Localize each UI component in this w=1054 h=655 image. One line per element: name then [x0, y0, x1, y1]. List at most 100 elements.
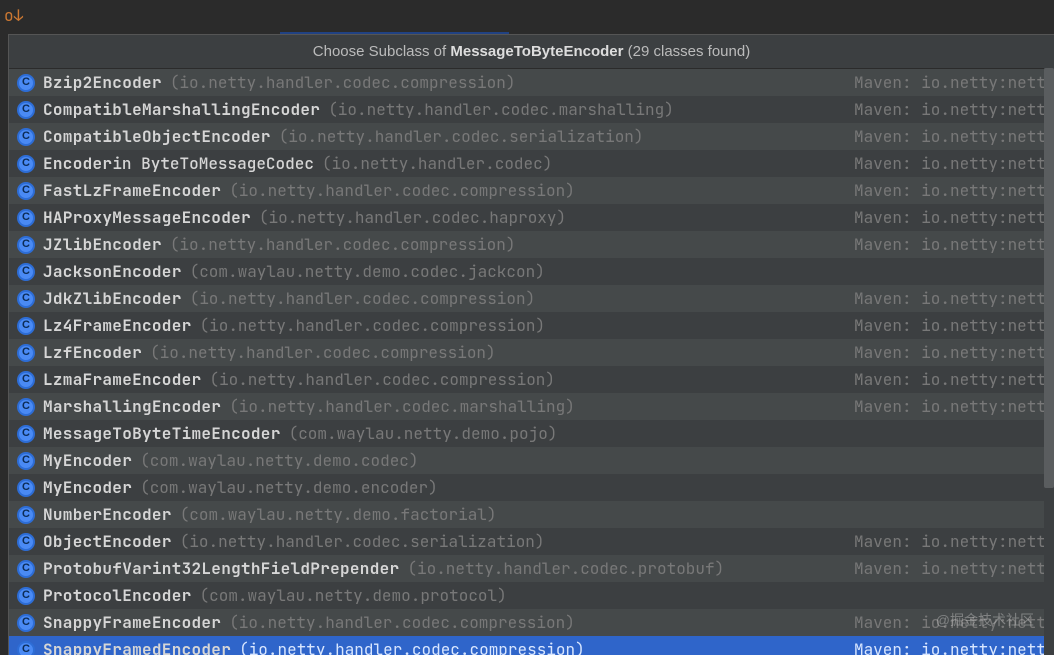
package-label: (io.netty.handler.codec.compression)	[239, 636, 585, 655]
package-label: (io.netty.handler.codec.compression)	[229, 609, 575, 636]
list-item[interactable]: FastLzFrameEncoder (io.netty.handler.code…	[9, 177, 1054, 204]
list-item[interactable]: ProtocolEncoder (com.waylau.netty.demo.pr…	[9, 582, 1054, 609]
class-name: CompatibleMarshallingEncoder	[43, 96, 320, 123]
class-name: ObjectEncoder	[43, 528, 172, 555]
class-icon	[17, 371, 35, 389]
list-item[interactable]: LzmaFrameEncoder (io.netty.handler.codec.…	[9, 366, 1054, 393]
source-label: Maven: io.netty:nett	[854, 609, 1046, 636]
class-icon	[17, 587, 35, 605]
list-item[interactable]: SnappyFrameEncoder(io.netty.handler.code…	[9, 609, 1054, 636]
subclass-chooser-popup: Choose Subclass of MessageToByteEncoder …	[8, 34, 1054, 655]
source-label: Maven: io.netty:nett	[854, 96, 1046, 123]
class-icon	[17, 344, 35, 362]
gutter-override-icon[interactable]: o↓	[4, 6, 23, 26]
source-label: Maven: io.netty:nett	[854, 393, 1046, 420]
class-icon	[17, 398, 35, 416]
class-icon	[17, 479, 35, 497]
list-item[interactable]: Bzip2Encoder (io.netty.handler.codec.comp…	[9, 69, 1054, 96]
list-item[interactable]: MyEncoder(com.waylau.netty.demo.codec)	[9, 447, 1054, 474]
class-icon	[17, 425, 35, 443]
class-icon	[17, 263, 35, 281]
source-label: Maven: io.netty:nett	[854, 123, 1046, 150]
list-item[interactable]: LzfEncoder (io.netty.handler.codec.compre…	[9, 339, 1054, 366]
class-name: NumberEncoder	[43, 501, 172, 528]
list-item[interactable]: Lz4FrameEncoder (io.netty.handler.codec.c…	[9, 312, 1054, 339]
list-item[interactable]: JdkZlibEncoder (io.netty.handler.codec.co…	[9, 285, 1054, 312]
package-label: (io.netty.handler.codec.compression)	[200, 312, 546, 339]
code-line: public abstract class MessageToByteEncod…	[0, 0, 1054, 34]
package-label: (com.waylau.netty.demo.pojo)	[289, 420, 558, 447]
scrollbar-thumb[interactable]	[1044, 68, 1054, 488]
list-item[interactable]: NumberEncoder (com.waylau.netty.demo.fact…	[9, 501, 1054, 528]
source-label: Maven: io.netty:nett	[854, 312, 1046, 339]
package-label: (io.netty.handler.codec.compression)	[170, 69, 516, 96]
class-name: LzmaFrameEncoder	[43, 366, 201, 393]
class-name: LzfEncoder	[43, 339, 142, 366]
class-icon	[17, 560, 35, 578]
class-name: Lz4FrameEncoder	[43, 312, 192, 339]
class-name: JacksonEncoder	[43, 258, 182, 285]
package-label: (io.netty.handler.codec.protobuf)	[407, 555, 724, 582]
list-item[interactable]: CompatibleObjectEncoder (io.netty.handler…	[9, 123, 1054, 150]
popup-title-prefix: Choose Subclass of	[313, 43, 451, 60]
list-item[interactable]: MarshallingEncoder (io.netty.handler.code…	[9, 393, 1054, 420]
package-label: (io.netty.handler.codec.compression)	[150, 339, 496, 366]
popup-list[interactable]: Bzip2Encoder (io.netty.handler.codec.comp…	[9, 69, 1054, 655]
source-label: Maven: io.netty:nett	[854, 366, 1046, 393]
class-context: in ByteToMessageCodec	[112, 150, 314, 177]
class-icon	[17, 74, 35, 92]
list-item[interactable]: ObjectEncoder (io.netty.handler.codec.ser…	[9, 528, 1054, 555]
source-label: Maven: io.netty:nett	[854, 285, 1046, 312]
class-name: JdkZlibEncoder	[43, 285, 182, 312]
source-label: Maven: io.netty:nett	[854, 69, 1046, 96]
list-item[interactable]: SnappyFramedEncoder (io.netty.handler.cod…	[9, 636, 1054, 655]
class-name: ProtobufVarint32LengthFieldPrepender	[43, 555, 399, 582]
package-label: (io.netty.handler.codec.compression)	[170, 231, 516, 258]
package-label: (com.waylau.netty.demo.factorial)	[180, 501, 497, 528]
source-label: Maven: io.netty:nett	[854, 231, 1046, 258]
list-item[interactable]: MessageToByteTimeEncoder (com.waylau.nett…	[9, 420, 1054, 447]
class-name: HAProxyMessageEncoder	[43, 204, 251, 231]
source-label: Maven: io.netty:nett	[854, 177, 1046, 204]
list-item[interactable]: CompatibleMarshallingEncoder (io.netty.ha…	[9, 96, 1054, 123]
package-label: (com.waylau.netty.demo.codec.jackcon)	[190, 258, 545, 285]
source-label: Maven: io.netty:nett	[854, 636, 1046, 655]
package-label: (io.netty.handler.codec.serialization)	[180, 528, 545, 555]
list-item[interactable]: JacksonEncoder (com.waylau.netty.demo.cod…	[9, 258, 1054, 285]
class-name: CompatibleObjectEncoder	[43, 123, 271, 150]
class-name: MyEncoder	[43, 474, 132, 501]
list-item[interactable]: HAProxyMessageEncoder (io.netty.handler.c…	[9, 204, 1054, 231]
class-icon	[17, 101, 35, 119]
source-label: Maven: io.netty:nett	[854, 339, 1046, 366]
package-label: (io.netty.handler.codec.compression)	[229, 177, 575, 204]
package-label: (io.netty.handler.codec.marshalling)	[229, 393, 575, 420]
source-label: Maven: io.netty:nett	[854, 555, 1046, 582]
class-name: Bzip2Encoder	[43, 69, 162, 96]
list-item[interactable]: ProtobufVarint32LengthFieldPrepender (io.…	[9, 555, 1054, 582]
package-label: (io.netty.handler.codec.compression)	[190, 285, 536, 312]
list-item[interactable]: MyEncoder(com.waylau.netty.demo.encoder)	[9, 474, 1054, 501]
package-label: (io.netty.handler.codec.compression)	[209, 366, 555, 393]
package-label: (com.waylau.netty.demo.protocol)	[200, 582, 507, 609]
class-icon	[17, 506, 35, 524]
class-icon	[17, 290, 35, 308]
list-item[interactable]: Encoder in ByteToMessageCodec(io.netty.h…	[9, 150, 1054, 177]
package-label: (io.netty.handler.codec.haproxy)	[259, 204, 566, 231]
class-name: SnappyFramedEncoder	[43, 636, 231, 655]
class-icon	[17, 182, 35, 200]
source-label: Maven: io.netty:nett	[854, 204, 1046, 231]
source-label: Maven: io.netty:nett	[854, 528, 1046, 555]
class-name: MarshallingEncoder	[43, 393, 221, 420]
package-label: (io.netty.handler.codec.marshalling)	[328, 96, 674, 123]
class-icon	[17, 155, 35, 173]
list-item[interactable]: JZlibEncoder(io.netty.handler.codec.comp…	[9, 231, 1054, 258]
class-icon	[17, 452, 35, 470]
popup-title-suffix: (29 classes found)	[623, 43, 750, 60]
class-name: FastLzFrameEncoder	[43, 177, 221, 204]
package-label: (io.netty.handler.codec.serialization)	[279, 123, 644, 150]
class-name: Encoder	[43, 150, 112, 177]
class-name: MessageToByteTimeEncoder	[43, 420, 281, 447]
scrollbar[interactable]	[1044, 68, 1054, 655]
class-name: ProtocolEncoder	[43, 582, 192, 609]
class-icon	[17, 533, 35, 551]
